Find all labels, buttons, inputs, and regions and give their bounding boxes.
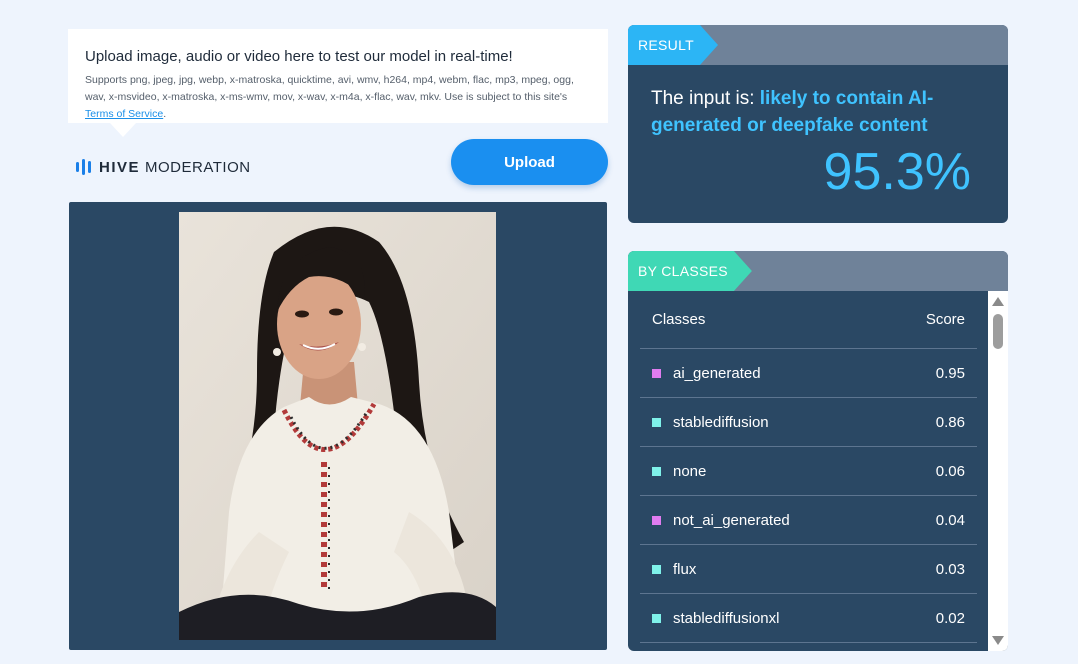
table-row: not_ai_generated 0.04 [640,496,977,545]
upload-title: Upload image, audio or video here to tes… [85,48,513,65]
table-row: stablediffusion 0.86 [640,398,977,447]
class-color-swatch [652,417,661,427]
scroll-up-arrow-icon[interactable] [992,297,1004,306]
class-cell: stablediffusionxl [652,610,779,627]
class-score: 0.86 [935,413,965,431]
result-prefix: The input is: [651,88,760,109]
class-cell: stablediffusion [652,414,769,431]
class-name: none [673,462,707,480]
table-row: stablediffusionxl 0.02 [640,594,977,643]
class-score: 0.02 [935,609,965,627]
class-score: 0.04 [935,511,965,529]
result-header: RESULT [628,25,1008,65]
scroll-thumb[interactable] [993,314,1003,349]
header-score: Score [925,311,965,328]
upload-description: Supports png, jpeg, jpg, webp, x-matrosk… [85,72,591,123]
brand-moderation-text: MODERATION [145,158,251,176]
table-row: ai_generated 0.95 [640,349,977,398]
terms-of-service-link[interactable]: Terms of Service [85,108,163,120]
class-cell: ai_generated [652,365,761,382]
classes-tag: BY CLASSES [628,251,752,291]
class-score: 0.03 [935,560,965,578]
classes-header: BY CLASSES [628,251,1008,291]
class-color-swatch [652,515,661,525]
hive-bars-icon [76,159,91,175]
result-score: 95.3% [823,143,971,201]
tos-suffix: . [163,108,167,120]
scroll-down-arrow-icon[interactable] [992,636,1004,645]
hive-moderation-logo: HIVE MODERATION [76,157,251,177]
result-tag: RESULT [628,25,718,65]
classes-panel: BY CLASSES Classes Score ai_generated 0.… [628,251,1008,651]
class-cell: not_ai_generated [652,512,790,529]
brand-hive-text: HIVE [99,158,141,176]
upload-button[interactable]: Upload [451,139,608,185]
class-cell: none [652,463,706,480]
supported-formats-text: Supports png, jpeg, jpg, webp, x-matrosk… [85,74,574,103]
class-color-swatch [652,564,661,574]
class-name: stablediffusionxl [673,609,780,627]
table-row: none 0.06 [640,447,977,496]
class-name: stablediffusion [673,413,769,431]
class-name: flux [673,560,697,578]
result-panel: RESULT The input is: likely to contain A… [628,25,1008,223]
class-cell: flux [652,561,696,578]
class-score: 0.95 [935,364,965,382]
class-color-swatch [652,466,661,476]
table-header: Classes Score [640,291,977,349]
image-preview-panel [69,202,607,650]
result-summary: The input is: likely to contain AI-gener… [651,85,971,139]
table-row: flux 0.03 [640,545,977,594]
upload-info-card: Upload image, audio or video here to tes… [68,29,608,137]
header-classes: Classes [652,311,706,328]
class-name: ai_generated [673,364,761,382]
classes-table: Classes Score ai_generated 0.95 stabledi… [640,291,977,643]
class-name: not_ai_generated [673,511,790,529]
class-score: 0.06 [935,462,965,480]
uploaded-image [179,212,496,640]
class-color-swatch [652,613,661,623]
class-color-swatch [652,368,661,378]
classes-scrollbar[interactable] [988,291,1008,651]
